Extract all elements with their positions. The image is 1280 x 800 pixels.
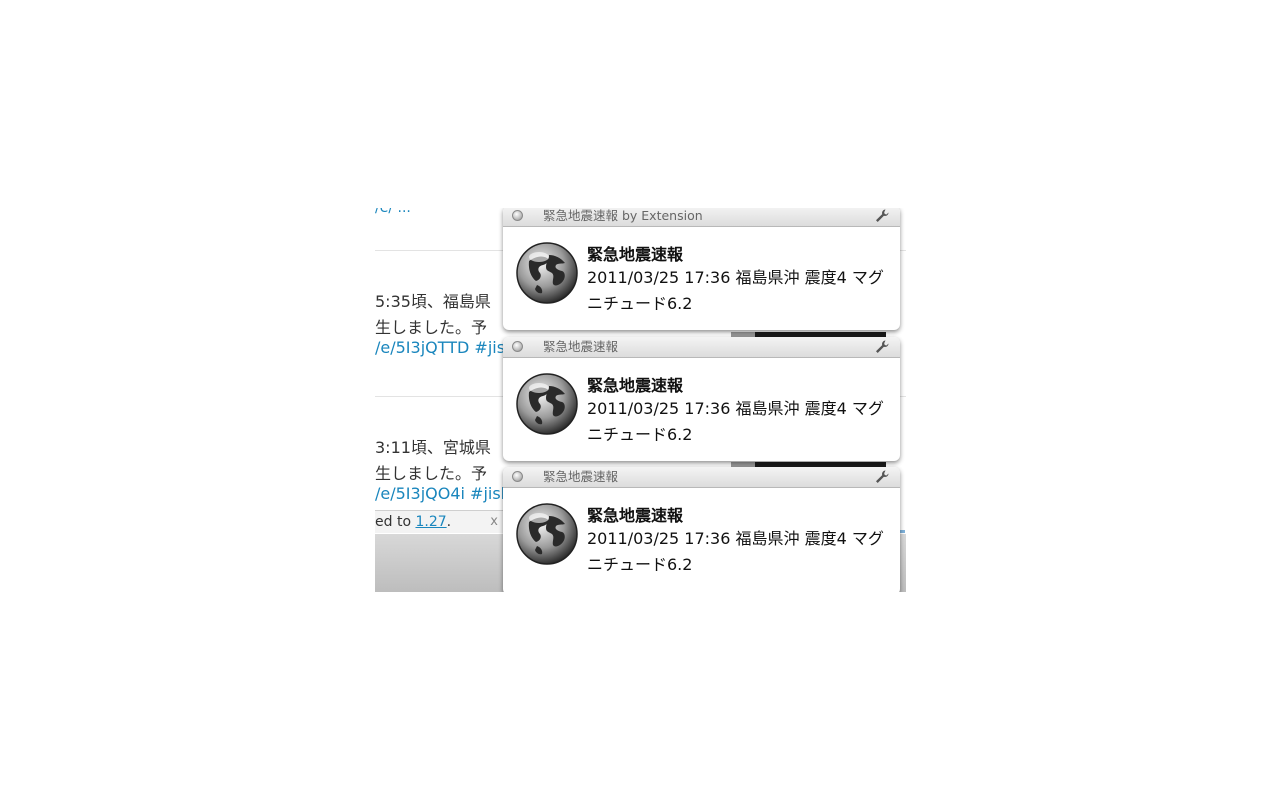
tweet-2-link[interactable]: /e/5I3jQO4i #jisl <box>375 484 505 503</box>
notification-body: 緊急地震速報 2011/03/25 17:36 福島県沖 震度4 マグニチュード… <box>503 358 900 461</box>
wrench-icon[interactable] <box>874 469 890 485</box>
top-link-fragment[interactable]: /e/ ... <box>375 208 411 216</box>
notification-source: 緊急地震速報 by Extension <box>543 208 703 223</box>
status-close-button[interactable]: x <box>490 511 498 533</box>
status-suffix: . <box>446 514 452 530</box>
notification-1[interactable]: 緊急地震速報 by Extension 緊急地震速報 2011/03/25 17… <box>503 208 900 330</box>
wrench-icon[interactable] <box>874 208 890 224</box>
notification-3[interactable]: 緊急地震速報 緊急地震速報 2011/03/25 17:36 福島県沖 震度4 … <box>503 467 900 592</box>
notification-source: 緊急地震速報 <box>543 469 619 484</box>
notification-titlebar: 緊急地震速報 by Extension <box>503 208 900 227</box>
tweet-1-line-1: 5:35頃、福島県 <box>375 292 491 311</box>
close-dot-icon[interactable] <box>512 210 523 221</box>
globe-icon <box>516 503 578 565</box>
notification-message: 2011/03/25 17:36 福島県沖 震度4 マグニチュード6.2 <box>587 268 884 313</box>
notification-body: 緊急地震速報 2011/03/25 17:36 福島県沖 震度4 マグニチュード… <box>503 488 900 591</box>
tweet-1-link[interactable]: /e/5I3jQTTD #jis <box>375 338 505 357</box>
update-status-bar: ed to 1.27. x <box>375 510 507 533</box>
notification-source: 緊急地震速報 <box>543 339 619 354</box>
tweet-2-line-1: 3:11頃、宮城県 <box>375 438 491 457</box>
close-dot-icon[interactable] <box>512 471 523 482</box>
notification-message: 2011/03/25 17:36 福島県沖 震度4 マグニチュード6.2 <box>587 529 884 574</box>
notification-message: 2011/03/25 17:36 福島県沖 震度4 マグニチュード6.2 <box>587 399 884 444</box>
globe-icon <box>516 242 578 304</box>
version-link[interactable]: 1.27 <box>415 514 446 530</box>
globe-icon <box>516 373 578 435</box>
wrench-icon[interactable] <box>874 339 890 355</box>
tweet-2-line-2: 生しました。予 <box>375 464 488 483</box>
notification-titlebar: 緊急地震速報 <box>503 337 900 358</box>
notification-2[interactable]: 緊急地震速報 緊急地震速報 2011/03/25 17:36 福島県沖 震度4 … <box>503 337 900 461</box>
status-prefix: ed to <box>375 514 416 530</box>
notification-title: 緊急地震速報 <box>587 245 684 264</box>
close-dot-icon[interactable] <box>512 341 523 352</box>
notification-titlebar: 緊急地震速報 <box>503 467 900 488</box>
notification-body: 緊急地震速報 2011/03/25 17:36 福島県沖 震度4 マグニチュード… <box>503 227 900 330</box>
screenshot-stage: /e/ ... 5:35頃、福島県 生しました。予 /e/5I3jQTTD #j… <box>375 208 906 592</box>
notification-title: 緊急地震速報 <box>587 506 684 525</box>
tweet-1-line-2: 生しました。予 <box>375 318 488 337</box>
notification-title: 緊急地震速報 <box>587 376 684 395</box>
